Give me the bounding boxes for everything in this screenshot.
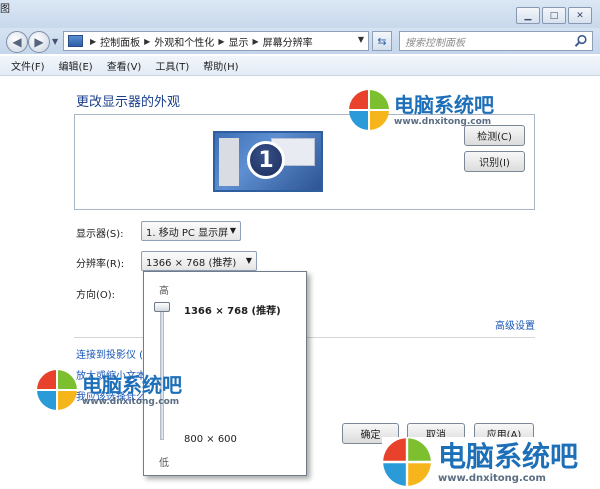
chevron-down-icon: ▼ xyxy=(245,256,252,265)
menu-file[interactable]: 文件(F) xyxy=(11,58,45,73)
display-select-value: 1. 移动 PC 显示屏 xyxy=(146,227,229,239)
display-label: 显示器(S): xyxy=(76,229,124,240)
chevron-right-icon: ▶ xyxy=(90,36,97,46)
windows-logo-icon xyxy=(36,369,78,411)
menu-help[interactable]: 帮助(H) xyxy=(203,58,238,73)
windows-logo-icon xyxy=(382,437,432,487)
search-input[interactable]: 搜索控制面板 xyxy=(399,31,593,51)
page-title: 更改显示器的外观 xyxy=(76,95,181,110)
menu-edit[interactable]: 编辑(E) xyxy=(59,58,93,73)
identify-button[interactable]: 识别(I) xyxy=(464,151,525,172)
refresh-button[interactable]: ⇆ xyxy=(372,31,392,51)
window-title-fragment: 图 xyxy=(0,4,10,15)
title-bar: 图 ▁ □ ✕ xyxy=(0,0,600,28)
connect-projector-link[interactable]: 连接到投影仪 ( xyxy=(76,346,143,361)
slider-max-value: 1366 × 768 (推荐) xyxy=(184,306,281,317)
resolution-slider-thumb[interactable] xyxy=(154,302,170,312)
watermark-url: www.dnxitong.com xyxy=(82,397,180,407)
breadcrumb-item[interactable]: 显示 xyxy=(228,34,248,49)
monitor-sidebar-graphic xyxy=(219,138,239,186)
close-button[interactable]: ✕ xyxy=(568,7,592,24)
refresh-icon: ⇆ xyxy=(377,34,387,48)
watermark-title: 电脑系统吧 xyxy=(394,93,494,117)
arrow-right-icon: ▶ xyxy=(34,35,44,49)
maximize-icon: □ xyxy=(549,10,559,21)
resolution-select-value: 1366 × 768 (推荐) xyxy=(146,257,237,269)
breadcrumb-item[interactable]: 控制面板 xyxy=(100,34,140,49)
slider-high-label: 高 xyxy=(159,286,169,297)
watermark-top: 电脑系统吧 www.dnxitong.com xyxy=(348,89,494,131)
forward-button[interactable]: ▶ xyxy=(28,31,50,53)
chevron-right-icon: ▶ xyxy=(144,36,151,46)
monitor-thumbnail[interactable]: 1 xyxy=(213,131,323,192)
menu-view[interactable]: 查看(V) xyxy=(107,58,142,73)
watermark-url: www.dnxitong.com xyxy=(394,117,492,127)
maximize-button[interactable]: □ xyxy=(542,7,566,24)
window-controls: ▁ □ ✕ xyxy=(514,7,592,24)
watermark-bottom: 电脑系统吧 www.dnxitong.com xyxy=(382,437,596,487)
watermark-title: 电脑系统吧 xyxy=(82,373,182,397)
recent-pages-icon[interactable]: ▼ xyxy=(52,37,58,46)
chevron-right-icon: ▶ xyxy=(252,36,259,46)
back-button[interactable]: ◀ xyxy=(6,31,28,53)
breadcrumb[interactable]: ▶ 控制面板 ▶ 外观和个性化 ▶ 显示 ▶ 屏幕分辨率 ▼ xyxy=(63,31,369,51)
chevron-down-icon: ▼ xyxy=(229,226,236,235)
address-bar: ◀ ▶ ▼ ▶ 控制面板 ▶ 外观和个性化 ▶ 显示 ▶ 屏幕分辨率 ▼ ⇆ 搜… xyxy=(0,28,600,54)
minimize-button[interactable]: ▁ xyxy=(516,7,540,24)
chevron-down-icon[interactable]: ▼ xyxy=(358,35,364,44)
menu-bar: 文件(F) 编辑(E) 查看(V) 工具(T) 帮助(H) xyxy=(0,56,600,76)
display-select[interactable]: 1. 移动 PC 显示屏 ▼ xyxy=(141,221,241,241)
orientation-label: 方向(O): xyxy=(76,290,116,301)
slider-min-value: 800 × 600 xyxy=(184,434,237,445)
watermark-url: www.dnxitong.com xyxy=(438,472,546,484)
menu-tools[interactable]: 工具(T) xyxy=(155,58,189,73)
watermark-middle: 电脑系统吧 www.dnxitong.com xyxy=(36,369,182,411)
watermark-title: 电脑系统吧 xyxy=(438,439,579,473)
resolution-select[interactable]: 1366 × 768 (推荐) ▼ xyxy=(141,251,257,271)
arrow-left-icon: ◀ xyxy=(12,35,22,49)
monitor-number-badge: 1 xyxy=(247,141,285,179)
breadcrumb-item[interactable]: 屏幕分辨率 xyxy=(263,34,313,49)
breadcrumb-item[interactable]: 外观和个性化 xyxy=(154,34,214,49)
search-icon[interactable] xyxy=(574,34,588,48)
windows-logo-icon xyxy=(348,89,390,131)
chevron-right-icon: ▶ xyxy=(218,36,225,46)
resolution-label: 分辨率(R): xyxy=(76,259,125,270)
advanced-settings-link[interactable]: 高级设置 xyxy=(495,317,535,332)
close-icon: ✕ xyxy=(576,10,584,21)
minimize-icon: ▁ xyxy=(524,10,532,21)
search-placeholder: 搜索控制面板 xyxy=(405,37,465,49)
slider-low-label: 低 xyxy=(159,458,169,469)
control-panel-icon xyxy=(68,35,83,47)
